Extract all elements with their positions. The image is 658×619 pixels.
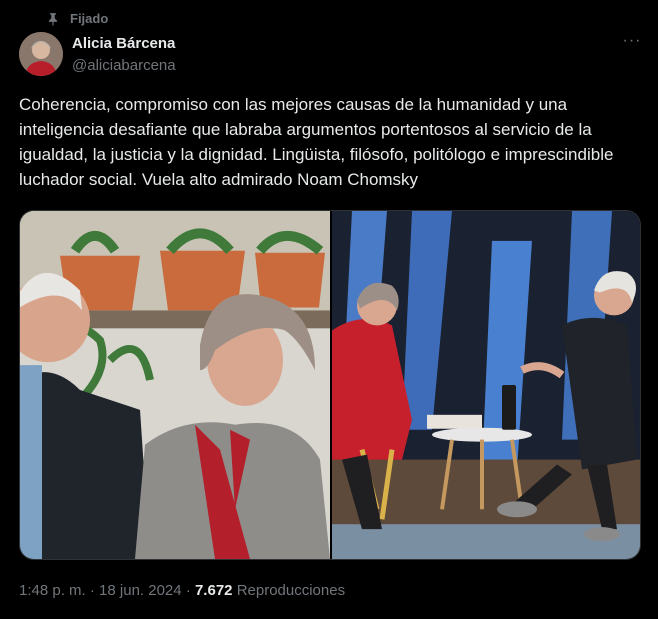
meta-separator: · <box>89 582 95 599</box>
tweet-date[interactable]: 18 jun. 2024 <box>99 582 182 599</box>
author-handle[interactable]: @aliciabarcena <box>72 57 176 74</box>
author-name[interactable]: Alicia Bárcena <box>72 35 175 52</box>
pinned-indicator: Fijado <box>46 11 108 26</box>
views-count: 7.672 <box>194 582 233 599</box>
photo-right[interactable] <box>332 211 640 559</box>
pinned-label: Fijado <box>70 11 109 26</box>
photo-left[interactable] <box>20 211 330 559</box>
avatar[interactable] <box>19 32 63 76</box>
views-label: Reproducciones <box>236 582 346 599</box>
more-icon[interactable]: ··· <box>620 33 644 54</box>
tweet-time[interactable]: 1:48 p. m. <box>19 582 86 599</box>
tweet-media[interactable] <box>19 210 641 560</box>
tweet-meta: 1:48 p. m. · 18 jun. 2024 · 7.672 Reprod… <box>19 582 345 599</box>
tweet-text: Coherencia, compromiso con las mejores c… <box>19 95 614 189</box>
pin-icon <box>48 12 58 26</box>
meta-separator: · <box>185 582 191 599</box>
